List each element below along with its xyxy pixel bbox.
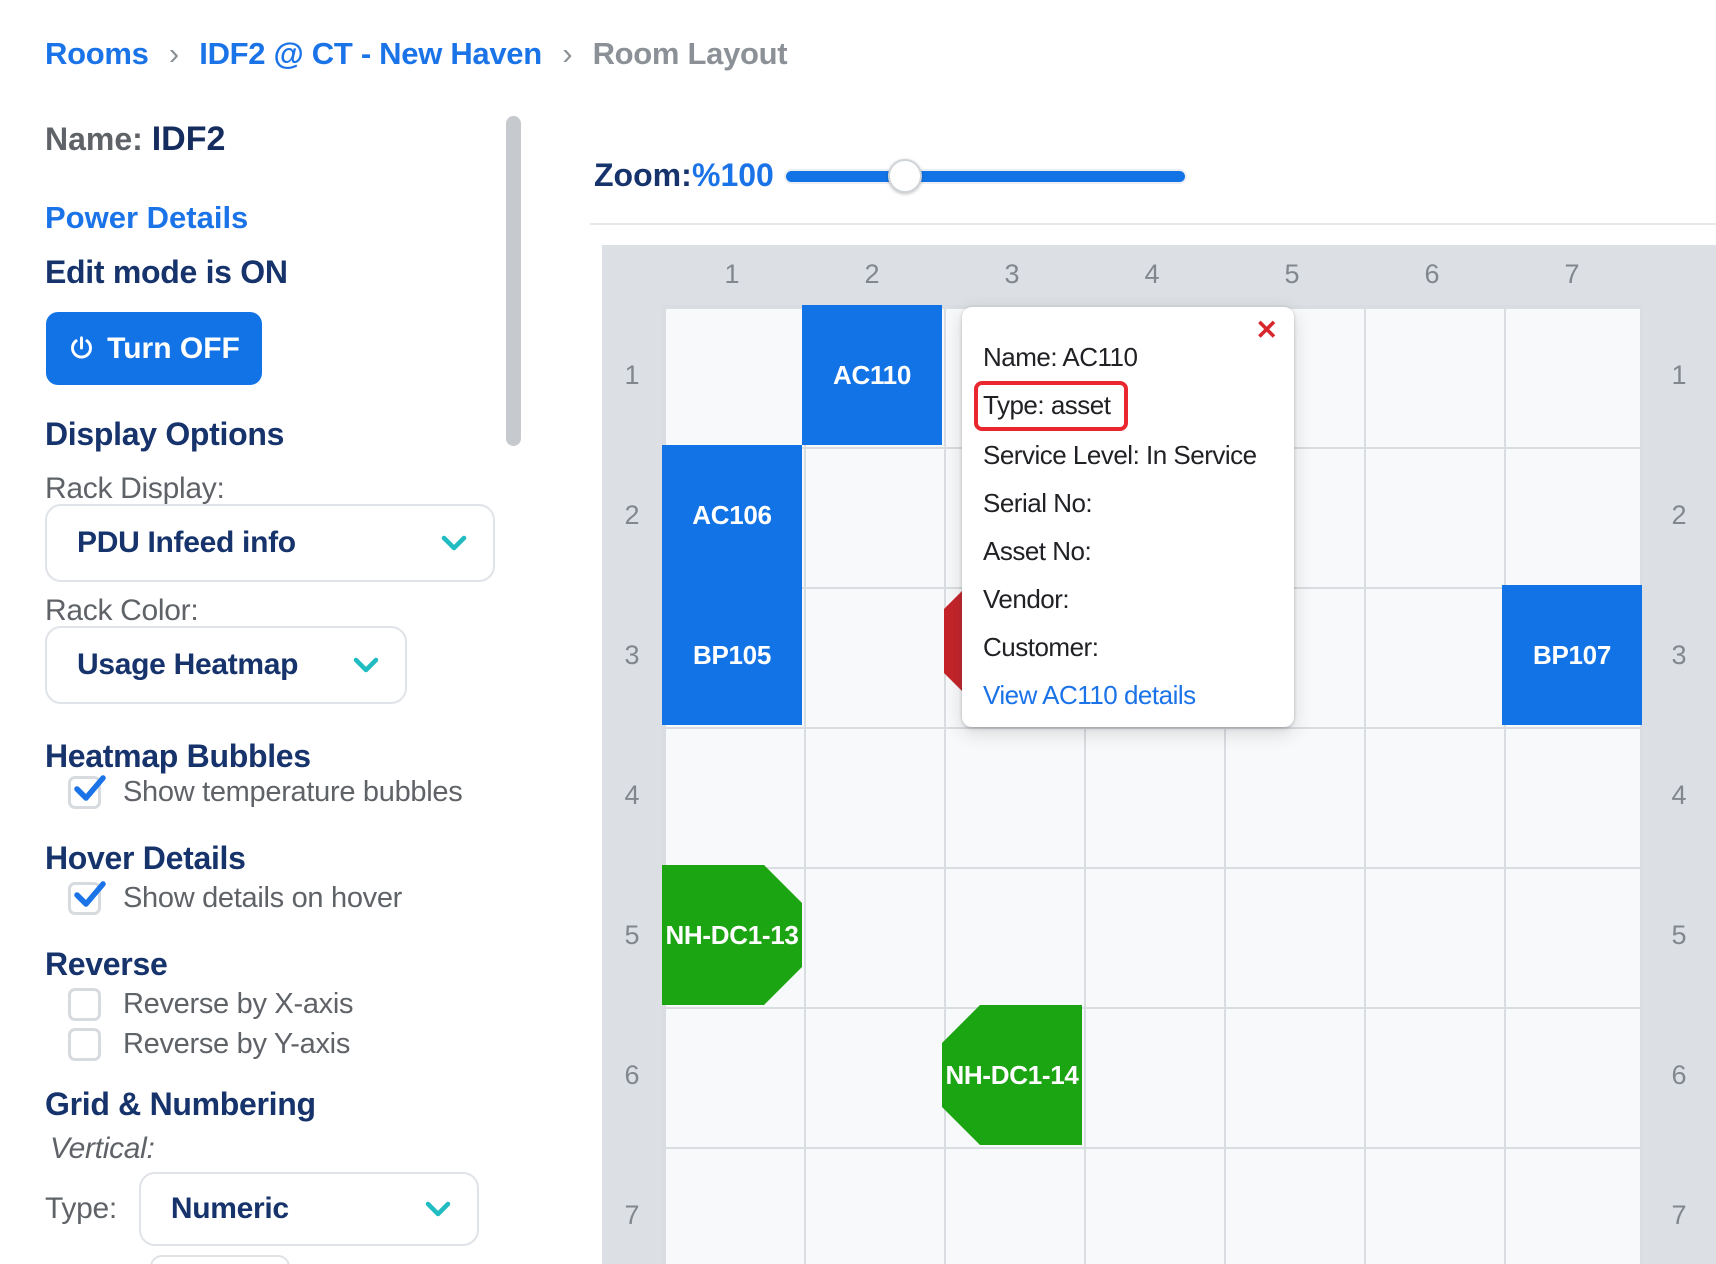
column-label: 3	[942, 245, 1082, 305]
reverse-y-row: Reverse by Y-axis	[68, 1028, 350, 1061]
row-label: 4	[602, 725, 662, 865]
column-label: 5	[1222, 245, 1362, 305]
vertical-type-select[interactable]: Numeric	[139, 1172, 479, 1246]
reverse-x-row: Reverse by X-axis	[68, 988, 353, 1021]
edit-mode-status: Edit mode is ON	[45, 254, 288, 291]
reverse-y-label: Reverse by Y-axis	[123, 1028, 350, 1061]
display-options-heading: Display Options	[45, 416, 284, 453]
rack-bp105[interactable]: BP105	[662, 585, 802, 725]
power-details-link[interactable]: Power Details	[45, 200, 248, 236]
breadcrumb-current: Room Layout	[593, 36, 788, 71]
row-label: 3	[1642, 585, 1716, 725]
rack-display-label: Rack Display:	[45, 472, 224, 506]
zoom-label: Zoom:	[594, 157, 692, 194]
breadcrumb-room-name[interactable]: IDF2 @ CT - New Haven	[199, 36, 542, 71]
show-details-on-hover-label: Show details on hover	[123, 882, 402, 915]
show-temperature-bubbles-label: Show temperature bubbles	[123, 776, 462, 809]
row-label: 2	[602, 445, 662, 585]
row-label: 7	[602, 1145, 662, 1264]
row-label: 6	[602, 1005, 662, 1145]
zoom-slider-track[interactable]	[786, 171, 1185, 182]
column-label: 1	[662, 245, 802, 305]
column-label: 2	[802, 245, 942, 305]
row-label: 7	[1642, 1145, 1716, 1264]
show-details-on-hover-checkbox[interactable]	[68, 882, 101, 915]
horizontal-type-select-partial[interactable]	[150, 1255, 290, 1264]
chevron-down-icon	[441, 535, 467, 551]
rack-bp107[interactable]: BP107	[1502, 585, 1642, 725]
type-label: Type:	[45, 1192, 117, 1226]
show-temperature-bubbles-row: Show temperature bubbles	[68, 776, 462, 809]
breadcrumb-separator: ›	[157, 36, 191, 71]
breadcrumb-separator: ›	[550, 36, 584, 71]
rack-display-value: PDU Infeed info	[77, 526, 296, 560]
rack-color-value: Usage Heatmap	[77, 648, 298, 682]
row-label: 5	[1642, 865, 1716, 1005]
room-name-value: IDF2	[152, 120, 226, 158]
row-label: 1	[602, 305, 662, 445]
chevron-down-icon	[425, 1201, 451, 1217]
asset-hover-tooltip: ✕ Name: AC110 Type: asset Service Level:…	[962, 307, 1294, 727]
room-name-row: Name: IDF2	[45, 120, 225, 159]
divider	[590, 223, 1716, 225]
view-details-link[interactable]: View AC110 details	[983, 680, 1196, 710]
zoom-value: %100	[692, 157, 774, 194]
room-name-label: Name:	[45, 121, 143, 157]
tooltip-type-line-highlighted: Type: asset	[974, 381, 1128, 431]
room-layout-page: Rooms › IDF2 @ CT - New Haven › Room Lay…	[0, 0, 1716, 1264]
checkmark-icon	[69, 770, 111, 806]
power-icon	[68, 335, 95, 362]
chevron-down-icon	[353, 657, 379, 673]
grid-column-header-band: 1 2 3 4 5 6 7	[602, 245, 1716, 305]
rack-color-select[interactable]: Usage Heatmap	[45, 626, 407, 704]
row-label: 6	[1642, 1005, 1716, 1145]
tooltip-name-line: Name: AC110	[983, 333, 1276, 381]
turn-off-label: Turn OFF	[107, 332, 240, 366]
sidebar-scrollbar[interactable]	[506, 116, 521, 446]
show-temperature-bubbles-checkbox[interactable]	[68, 776, 101, 809]
rack-nh-dc1-14[interactable]: NH-DC1-14	[942, 1005, 1082, 1145]
rack-ac106[interactable]: AC106	[662, 445, 802, 585]
reverse-x-label: Reverse by X-axis	[123, 988, 353, 1021]
column-label: 4	[1082, 245, 1222, 305]
tooltip-serial-line: Serial No:	[983, 479, 1276, 527]
rack-color-label: Rack Color:	[45, 594, 198, 628]
hover-details-heading: Hover Details	[45, 840, 246, 877]
vertical-type-value: Numeric	[171, 1192, 289, 1226]
reverse-x-checkbox[interactable]	[68, 988, 101, 1021]
tooltip-customer-line: Customer:	[983, 623, 1276, 671]
row-label: 5	[602, 865, 662, 1005]
rack-display-select[interactable]: PDU Infeed info	[45, 504, 495, 582]
tooltip-asset-line: Asset No:	[983, 527, 1276, 575]
breadcrumb: Rooms › IDF2 @ CT - New Haven › Room Lay…	[45, 36, 787, 72]
rack-nh-dc1-13[interactable]: NH-DC1-13	[662, 865, 802, 1005]
reverse-heading: Reverse	[45, 946, 167, 983]
column-label: 7	[1502, 245, 1642, 305]
row-label: 3	[602, 585, 662, 725]
turn-off-button[interactable]: Turn OFF	[46, 312, 262, 385]
grid-numbering-heading: Grid & Numbering	[45, 1086, 316, 1123]
tooltip-vendor-line: Vendor:	[983, 575, 1276, 623]
row-label: 4	[1642, 725, 1716, 865]
vertical-type-row: Type: Numeric	[45, 1172, 479, 1246]
column-label: 6	[1362, 245, 1502, 305]
checkmark-icon	[69, 876, 111, 912]
zoom-slider-thumb[interactable]	[888, 159, 922, 193]
breadcrumb-rooms[interactable]: Rooms	[45, 36, 149, 71]
show-details-on-hover-row: Show details on hover	[68, 882, 402, 915]
rack-ac110[interactable]: AC110	[802, 305, 942, 445]
reverse-y-checkbox[interactable]	[68, 1028, 101, 1061]
close-icon[interactable]: ✕	[1255, 317, 1278, 344]
row-label: 2	[1642, 445, 1716, 585]
row-label: 1	[1642, 305, 1716, 445]
tooltip-service-level-line: Service Level: In Service	[983, 431, 1276, 479]
vertical-label: Vertical:	[50, 1132, 155, 1166]
